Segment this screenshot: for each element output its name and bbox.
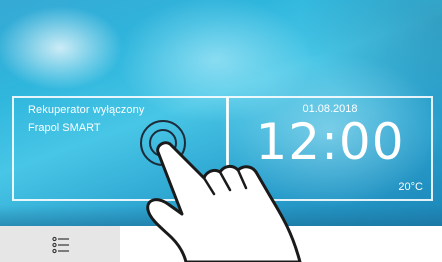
time-display: 12:00 [255,113,405,171]
bottom-bar [0,226,442,262]
menu-button[interactable] [0,226,120,262]
home-screen: Rekuperator wyłączony Frapol SMART 01.08… [0,0,442,226]
menu-list-icon [52,236,69,254]
touch-ring-inner [149,129,177,157]
touch-ring-icon [140,120,186,166]
device-name: Frapol SMART [28,122,101,134]
clock-tile[interactable]: 01.08.2018 12:00 20°C [227,96,433,201]
ventilation-tile[interactable]: Rekuperator wyłączony Frapol SMART [12,96,228,201]
temperature-label: 20°C [398,181,423,193]
thermostat-display: Rekuperator wyłączony Frapol SMART 01.08… [0,0,442,262]
ventilation-status: Rekuperator wyłączony [28,104,145,116]
